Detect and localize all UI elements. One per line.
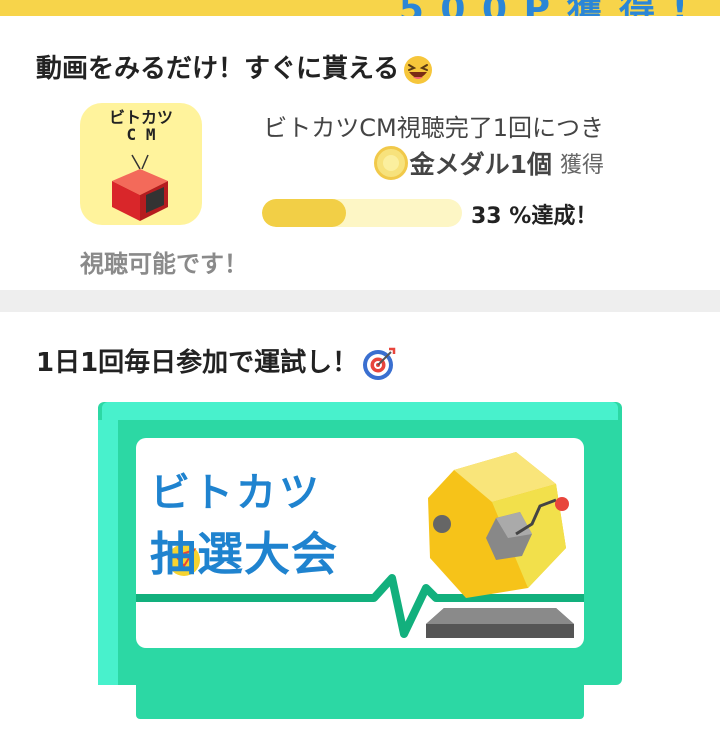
lottery-banner[interactable]: ビトカツ 抽選大会 (98, 402, 622, 720)
dart-target-icon (363, 347, 396, 380)
lottery-title-line2: 抽選大会 (150, 527, 338, 581)
cm-section-title: 動画をみるだけ！すぐに貰える (36, 48, 435, 85)
cm-description: ビトカツCM視聴完了1回につき (263, 114, 604, 142)
cartridge-label: ビトカツ 抽選大会 (136, 438, 584, 648)
bitokatsu-cm-app-icon[interactable]: ビトカツ C M (80, 103, 202, 225)
lottery-section-title-text: 1日1回毎日参加で運試し！ (36, 348, 359, 378)
watch-status: 視聴可能です！ (80, 250, 248, 278)
banner-text: 5 0 0 P 獲 得 ! (399, 0, 690, 16)
reward-suffix: 獲得 (559, 153, 604, 178)
cm-reward-section: 動画をみるだけ！すぐに貰える ビトカツ C M ビトカツCM視聴完了1回につき … (0, 16, 720, 290)
reward-row: 金メダル1個 獲得 (373, 144, 604, 182)
cartridge-top-edge (102, 402, 618, 420)
lottery-section: 1日1回毎日参加で運試し！ ビトカツ 抽選大会 (0, 312, 720, 751)
cartridge-bottom (136, 677, 584, 719)
progress-bar-fill (262, 199, 346, 227)
section-divider (0, 290, 720, 312)
progress-bar (262, 199, 462, 227)
grinning-squinting-face-icon (404, 55, 433, 84)
gold-medal-icon (373, 146, 408, 180)
lottery-section-title: 1日1回毎日参加で運試し！ (36, 342, 396, 381)
cm-section-title-text: 動画をみるだけ！すぐに貰える (36, 54, 400, 84)
cartridge-left-edge (98, 420, 118, 685)
top-banner[interactable]: 5 0 0 P 獲 得 ! (0, 0, 720, 16)
tv-icon (112, 154, 168, 221)
reward-amount: 金メダル1個 (409, 150, 552, 179)
lottery-title-line1: ビトカツ (150, 470, 322, 516)
progress-text: 33 %達成！ (471, 204, 598, 229)
